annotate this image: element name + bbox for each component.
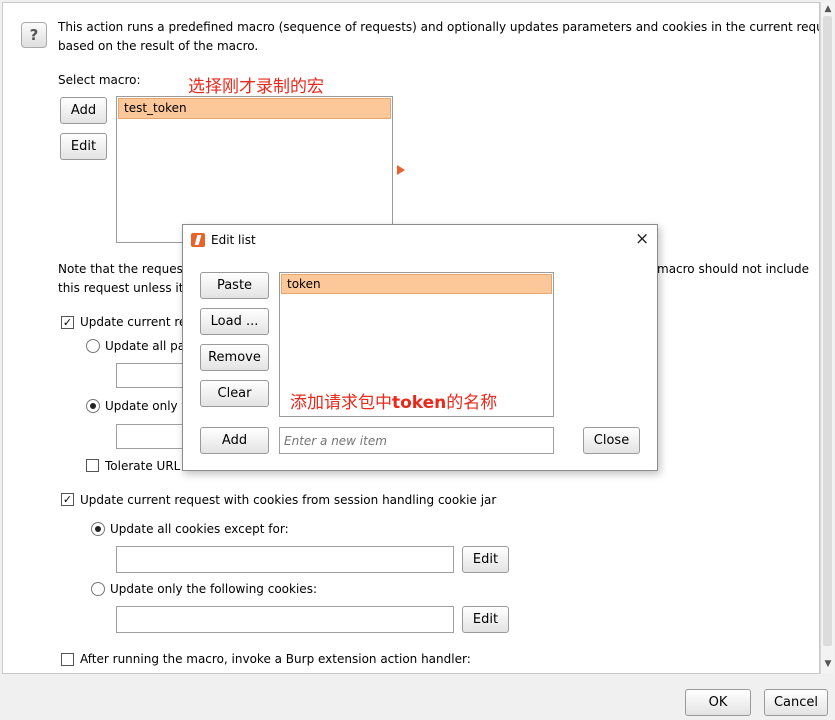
update-only-cookies-label: Update only the following cookies: bbox=[110, 582, 317, 596]
scroll-up-icon[interactable]: ▲ bbox=[823, 4, 833, 14]
edit-only-cookies-button[interactable]: Edit bbox=[462, 606, 509, 633]
edit-all-cookies-button[interactable]: Edit bbox=[462, 546, 509, 573]
add-macro-button[interactable]: Add bbox=[60, 97, 107, 124]
scrollbar-thumb[interactable] bbox=[823, 16, 832, 646]
select-macro-label: Select macro: bbox=[58, 73, 141, 87]
close-icon[interactable]: × bbox=[635, 229, 649, 249]
update-all-cookies-input[interactable] bbox=[116, 546, 454, 573]
update-params-label: Update current re bbox=[80, 315, 187, 329]
update-only-cookies-radio[interactable] bbox=[91, 582, 105, 596]
dialog-title: Edit list bbox=[211, 233, 256, 247]
update-only-params-input[interactable] bbox=[116, 424, 186, 449]
update-cookies-checkbox[interactable]: ✓ bbox=[61, 493, 74, 506]
update-only-params-radio[interactable] bbox=[86, 399, 100, 413]
annotation-token: token bbox=[392, 393, 447, 413]
dialog-title-bar[interactable]: Edit list × bbox=[183, 225, 657, 255]
load-button[interactable]: Load ... bbox=[200, 308, 269, 335]
edit-macro-button[interactable]: Edit bbox=[60, 133, 107, 160]
update-all-params-input[interactable] bbox=[116, 363, 186, 388]
paste-button[interactable]: Paste bbox=[200, 272, 269, 299]
description-line-1: This action runs a predefined macro (seq… bbox=[58, 20, 820, 34]
ok-button[interactable]: OK bbox=[685, 689, 751, 716]
vertical-scrollbar[interactable]: ▲ ▼ bbox=[820, 2, 834, 674]
cancel-button[interactable]: Cancel bbox=[764, 689, 828, 716]
update-all-cookies-label: Update all cookies except for: bbox=[110, 522, 289, 536]
tolerate-url-checkbox[interactable] bbox=[86, 459, 99, 472]
update-all-params-label: Update all pa bbox=[105, 339, 186, 353]
update-all-params-radio[interactable] bbox=[86, 339, 100, 353]
macro-list[interactable]: test_token bbox=[116, 96, 393, 243]
edit-list-dialog: Edit list × Paste Load ... Remove Clear … bbox=[182, 224, 658, 471]
expand-arrow-icon[interactable] bbox=[397, 165, 405, 175]
close-dialog-button[interactable]: Close bbox=[583, 427, 640, 454]
tolerate-url-label: Tolerate URL bbox=[105, 459, 181, 473]
update-only-params-label: Update only t bbox=[105, 399, 187, 413]
dialog-body: Paste Load ... Remove Clear Add token 添加… bbox=[183, 255, 657, 470]
description-line-2: based on the result of the macro. bbox=[58, 39, 259, 53]
update-all-cookies-radio[interactable] bbox=[91, 522, 105, 536]
remove-button[interactable]: Remove bbox=[200, 344, 269, 371]
burp-logo-mark bbox=[194, 235, 202, 245]
add-item-button[interactable]: Add bbox=[200, 427, 269, 454]
extension-handler-checkbox[interactable] bbox=[61, 653, 74, 666]
note-line-1-right: macro should not include bbox=[657, 262, 809, 276]
note-line-1-left: Note that the request bbox=[58, 262, 188, 276]
update-cookies-label: Update current request with cookies from… bbox=[80, 493, 497, 507]
item-list-item[interactable]: token bbox=[281, 274, 552, 294]
macro-list-item[interactable]: test_token bbox=[118, 98, 391, 119]
update-params-checkbox[interactable]: ✓ bbox=[61, 316, 74, 329]
new-item-input[interactable] bbox=[279, 427, 554, 454]
note-line-2-left: this request unless it bbox=[58, 281, 184, 295]
extension-handler-label: After running the macro, invoke a Burp e… bbox=[80, 652, 471, 666]
macro-annotation: 选择刚才录制的宏 bbox=[188, 77, 324, 97]
help-icon[interactable]: ? bbox=[21, 22, 47, 48]
burp-logo-icon bbox=[191, 233, 205, 247]
annotation-suffix: 的名称 bbox=[446, 393, 498, 413]
token-annotation: 添加请求包中token的名称 bbox=[290, 388, 497, 413]
annotation-prefix: 添加请求包中 bbox=[290, 393, 392, 413]
clear-button[interactable]: Clear bbox=[200, 380, 269, 407]
scroll-down-icon[interactable]: ▼ bbox=[823, 659, 833, 669]
update-only-cookies-input[interactable] bbox=[116, 606, 454, 633]
